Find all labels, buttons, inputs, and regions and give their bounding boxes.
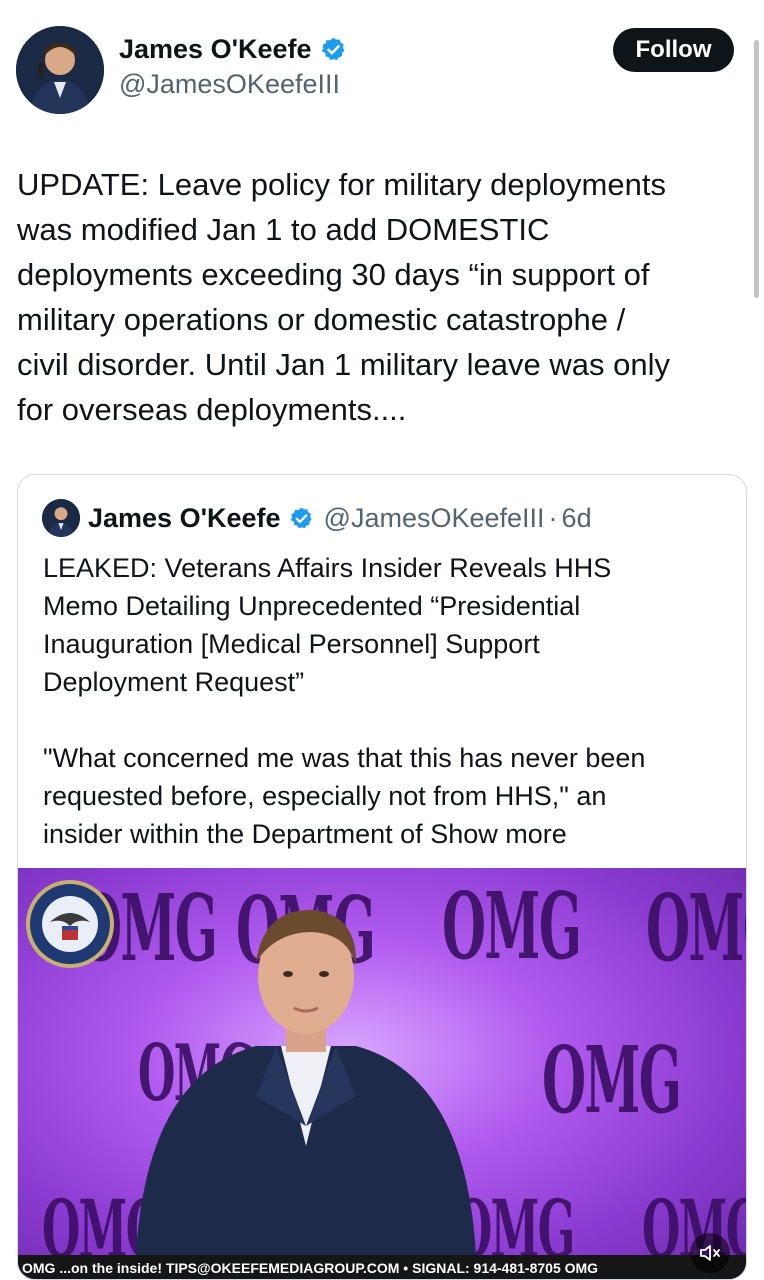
tweet-line: was modified Jan 1 to add DOMESTIC [17, 212, 550, 247]
tweet-line: deployments exceeding 30 days “in suppor… [17, 257, 650, 292]
quoted-text-line: requested before, especially not from HH… [43, 781, 607, 811]
tweet-header: James O'Keefe @JamesOKeefeIII Follow [16, 26, 734, 114]
quoted-text-line: LEAKED: Veterans Affairs Insider Reveals… [43, 553, 612, 583]
presenter-figure [136, 909, 476, 1256]
tweet-line: UPDATE: Leave policy for military deploy… [17, 167, 666, 202]
quoted-text-fragment: insider within the Department of [43, 819, 431, 849]
backdrop-logo: OMG [646, 874, 746, 982]
scrollbar[interactable] [754, 40, 759, 298]
backdrop-logo: OMG [542, 1026, 682, 1134]
tweet-line: for overseas deployments.... [17, 392, 407, 427]
tweet-line: civil disorder. Until Jan 1 military lea… [17, 347, 670, 382]
author-handle[interactable]: @JamesOKeefeIII [119, 69, 347, 100]
news-ticker: OMG ...on the inside! TIPS@OKEEFEMEDIAGR… [18, 1255, 746, 1279]
quoted-text-line-last: insider within the Department of Show mo… [43, 815, 733, 853]
quoted-text-line: Memo Detailing Unprecedented “Presidenti… [43, 591, 581, 621]
quoted-tweet-text: LEAKED: Veterans Affairs Insider Reveals… [43, 549, 733, 853]
quoted-author-name: James O'Keefe [88, 502, 281, 533]
separator-dot: · [548, 502, 558, 533]
video-thumbnail[interactable]: OMG OMG OMG OMG OMG OMG OMG OMG OMG [18, 868, 746, 1279]
show-more-link[interactable]: Show more [430, 819, 567, 849]
tweet-text: UPDATE: Leave policy for military deploy… [17, 162, 737, 432]
quoted-text-line: "What concerned me was that this has nev… [43, 743, 646, 773]
quoted-text-line: Deployment Request” [43, 667, 305, 697]
author-name[interactable]: James O'Keefe [119, 34, 312, 65]
mute-button[interactable] [690, 1233, 730, 1273]
speaker-muted-icon [700, 1245, 720, 1261]
quoted-tweet-header: James O'Keefe @JamesOKeefeIII · 6d [42, 499, 592, 537]
author-block: James O'Keefe @JamesOKeefeIII [119, 34, 347, 100]
verified-badge-icon [321, 37, 344, 61]
follow-button[interactable]: Follow [613, 28, 734, 72]
quoted-avatar [42, 499, 80, 537]
verified-badge-icon [290, 507, 312, 528]
tweet-line: military operations or domestic catastro… [17, 302, 626, 337]
quoted-tweet-card[interactable]: James O'Keefe @JamesOKeefeIII · 6d LEAKE… [17, 474, 747, 1280]
va-seal-icon [26, 880, 114, 968]
quoted-text-line: Inauguration [Medical Personnel] Support [43, 629, 540, 659]
quoted-timestamp: 6d [561, 502, 592, 533]
avatar[interactable] [16, 26, 104, 114]
quoted-author-handle: @JamesOKeefeIII [323, 502, 545, 533]
